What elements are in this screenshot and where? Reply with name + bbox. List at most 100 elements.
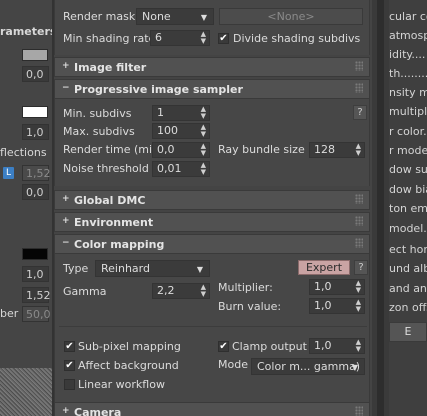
subpixel-mapping-checkbox[interactable]: ✔ [64,341,75,352]
rollout-title: Image filter [74,61,147,74]
right-line-9: dow sub [389,163,427,176]
affect-background-checkbox[interactable]: ✔ [64,360,75,371]
min-subdivs-label: Min. subdivs [63,107,132,120]
left-panel-header: rameters [0,25,52,38]
multiplier-spinner[interactable]: 1,0 ▲ ▼ [309,279,365,295]
rollout-title: Camera [74,406,122,416]
right-line-10: dow bias [389,183,427,196]
spinner-arrows-icon: ▲ ▼ [200,30,206,45]
spinner-arrows-icon: ▲ ▼ [200,161,206,176]
spinner-arrows-icon: ▲ ▼ [200,123,206,138]
white-color-swatch[interactable] [22,106,48,118]
min-subdivs-spinner[interactable]: 1 ▲ ▼ [152,105,210,121]
left-field-3[interactable]: 0,0 [22,184,49,200]
left-field-disabled-2: 50,0 [22,306,51,322]
linear-workflow-checkbox[interactable] [64,379,75,390]
main-scrollbar-track[interactable] [372,0,389,416]
right-line-6: multiplie [389,105,427,118]
type-dropdown[interactable]: Reinhard ▼ [95,260,210,277]
rollout-global-dmc[interactable]: + Global DMC [54,190,370,210]
rollout-progressive-sampler[interactable]: − Progressive image sampler [54,79,370,99]
rollout-color-mapping[interactable]: − Color mapping [54,234,370,254]
right-line-4: th........ [389,67,427,80]
type-label: Type [63,262,89,275]
burn-value: 1,0 [314,299,332,312]
lock-badge[interactable]: L [3,167,14,179]
rollout-title: Color mapping [74,238,165,251]
left-parameters-panel: rameters 0,0 1,0 flections L 1,52 0,0 1,… [0,0,52,416]
color-mapping-help-button[interactable]: ? [354,260,368,275]
drag-grip-icon[interactable] [355,216,363,226]
render-mask-dropdown[interactable]: None ▼ [136,8,214,25]
collapse-arrow-icon: − [62,238,70,248]
divide-shading-label: Divide shading subdivs [233,32,361,45]
right-line-12: model... [389,222,427,235]
clamp-output-checkbox[interactable]: ✔ [218,341,229,352]
main-scrollbar-thumb[interactable] [377,0,384,416]
expert-button[interactable]: Expert [298,260,350,275]
left-field-5[interactable]: 1,52 [22,287,51,303]
progressive-help-button[interactable]: ? [353,105,367,120]
clamp-output-label: Clamp output [232,340,307,353]
noise-threshold-label: Noise threshold [63,162,149,175]
rollout-image-filter[interactable]: + Image filter [54,57,370,77]
drag-grip-icon[interactable] [355,61,363,71]
drag-grip-icon[interactable] [355,238,363,248]
rollout-title: Environment [74,216,154,229]
top-section: Render mask None ▼ <None> Min shading rat… [54,0,370,55]
left-field-4[interactable]: 1,0 [22,266,49,282]
spinner-arrows-icon: ▲ ▼ [200,105,206,120]
progressive-sampler-body: Min. subdivs 1 ▲ ▼ ? Max. subdivs 100 ▲ ▼ Re… [54,99,370,186]
noise-threshold-value: 0,01 [157,162,182,175]
burn-value-spinner[interactable]: 1,0 ▲ ▼ [309,298,365,314]
render-mask-value: None [142,10,171,23]
render-time-value: 0,0 [157,143,175,156]
mode-value: Color m... gamma) [257,360,361,373]
rollout-camera[interactable]: + Camera [54,402,370,416]
spinner-arrows-icon: ▲ ▼ [355,298,361,313]
gamma-label: Gamma [63,285,107,298]
mode-dropdown[interactable]: Color m... gamma) ▼ [251,358,365,375]
spinner-arrows-icon: ▲ ▼ [355,338,361,353]
right-line-16: zon offs [389,301,427,314]
black-color-swatch[interactable] [22,248,48,260]
ray-bundle-value: 128 [314,143,335,156]
gray-color-swatch[interactable] [22,49,48,61]
min-subdivs-value: 1 [157,106,164,119]
right-line-1: cular co [389,10,427,23]
render-time-spinner[interactable]: 0,0 ▲ ▼ [152,142,210,158]
right-panel-button[interactable]: E [389,322,427,342]
min-shading-rate-label: Min shading rate [63,32,156,45]
texture-preview-image [0,368,52,416]
max-subdivs-value: 100 [157,124,178,137]
render-time-label: Render time (min) [63,143,164,156]
subpixel-mapping-label: Sub-pixel mapping [78,340,181,353]
min-shading-rate-spinner[interactable]: 6 ▲ ▼ [150,30,210,46]
drag-grip-icon[interactable] [355,406,363,416]
rollout-title: Progressive image sampler [74,83,243,96]
rollout-environment[interactable]: + Environment [54,212,370,232]
drag-grip-icon[interactable] [355,83,363,93]
right-line-7: r color.. [389,125,427,138]
divide-shading-checkbox[interactable]: ✔ [218,33,229,44]
render-mask-none-button[interactable]: <None> [219,8,363,25]
right-line-11: ton emit [389,202,427,215]
left-field-2[interactable]: 1,0 [22,124,49,140]
gamma-spinner[interactable]: 2,2 ▲ ▼ [152,283,210,299]
expand-arrow-icon: + [62,216,70,226]
max-subdivs-spinner[interactable]: 100 ▲ ▼ [152,123,210,139]
right-parameters-panel: cular co atmosp idity.... th........ nsi… [389,0,427,416]
noise-threshold-spinner[interactable]: 0,01 ▲ ▼ [152,161,210,177]
right-line-5: nsity mul [389,86,427,99]
drag-grip-icon[interactable] [355,194,363,204]
mode-label: Mode [218,358,248,371]
ray-bundle-spinner[interactable]: 128 ▲ ▼ [309,142,365,158]
left-field-1[interactable]: 0,0 [22,66,49,82]
clamp-output-spinner[interactable]: 1,0 ▲ ▼ [309,338,365,354]
ray-bundle-label: Ray bundle size [218,143,305,156]
number-label: ber [0,307,19,320]
linear-workflow-label: Linear workflow [78,378,165,391]
render-settings-panel: Render mask None ▼ <None> Min shading rat… [54,0,372,416]
left-field-disabled: 1,52 [22,165,51,181]
chevron-down-icon: ▼ [200,13,207,22]
